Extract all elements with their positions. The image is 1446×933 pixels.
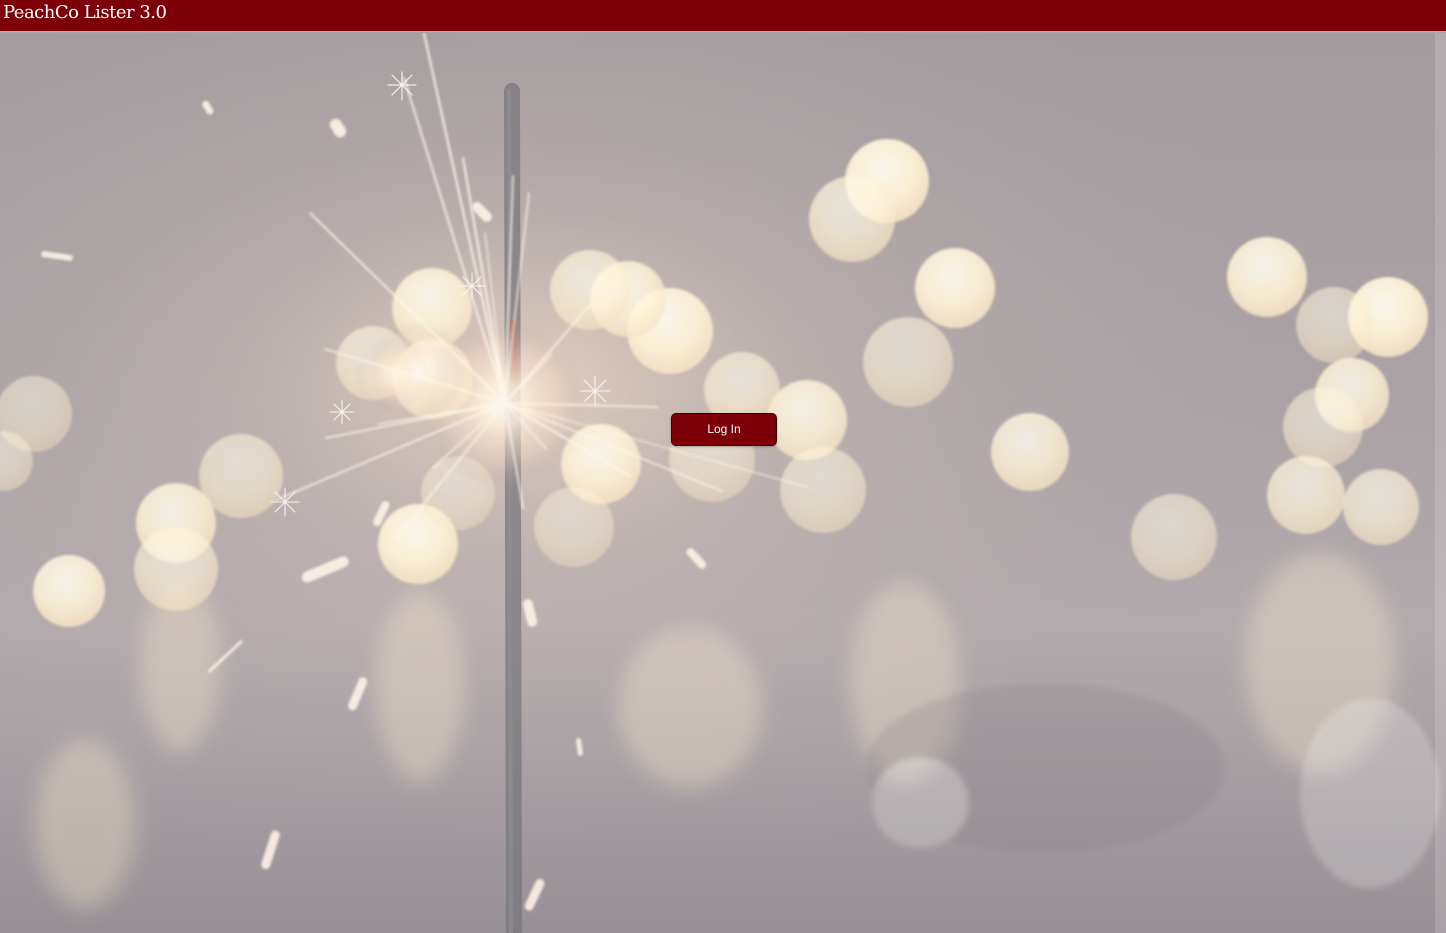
sparkler-bokeh-svg <box>0 33 1446 933</box>
right-edge-highlight <box>1435 33 1446 933</box>
log-in-button[interactable]: Log In <box>671 413 777 446</box>
login-page: PeachCo Lister 3.0 Log In <box>0 0 1446 933</box>
top-bar: PeachCo Lister 3.0 <box>0 0 1446 32</box>
sparkler-background-image <box>0 33 1446 933</box>
app-title: PeachCo Lister 3.0 <box>3 2 167 23</box>
